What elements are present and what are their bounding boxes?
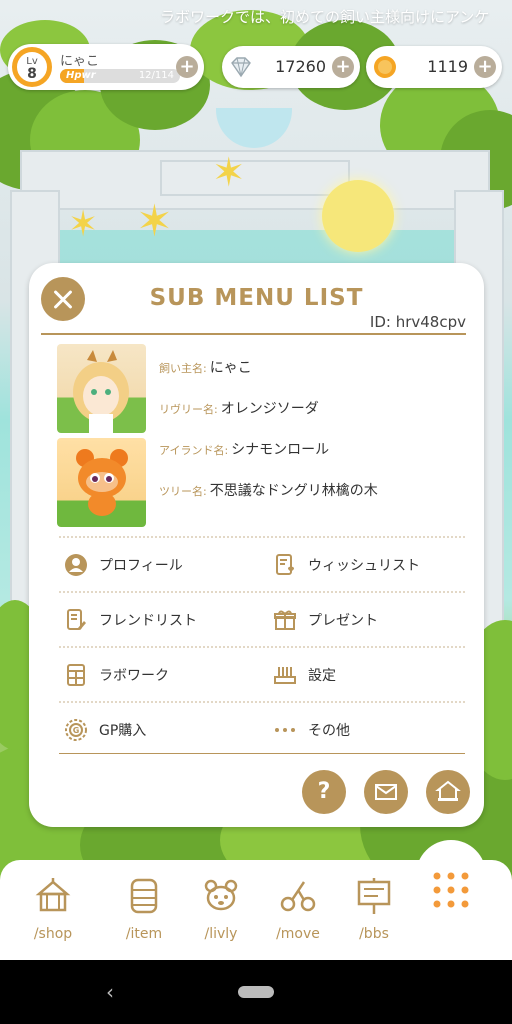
coin-plus-button[interactable]: + (474, 56, 496, 78)
diamond-counter: 17260 + (222, 46, 360, 88)
nav-shop[interactable]: /shop (13, 876, 93, 942)
menu-labwork-label: ラボワーク (99, 668, 169, 684)
island-name-row: アイランド名: シナモンロール (159, 439, 329, 459)
tree-name-value: 不思議なドングリ林檎の木 (209, 483, 378, 499)
menu-present-label: プレゼント (308, 613, 378, 629)
menu-wishlist[interactable]: ウィッシュリスト (272, 538, 472, 592)
friend-list-icon (63, 607, 89, 633)
menu-settings-label: 設定 (308, 668, 336, 684)
menu-profile[interactable]: プロフィール (63, 538, 263, 592)
move-scissors-icon (280, 881, 316, 912)
tree-name-row: ツリー名: 不思議なドングリ林檎の木 (159, 480, 378, 500)
menu-settings[interactable]: 設定 (272, 648, 472, 702)
menu-grid-icon (433, 872, 469, 908)
hp-plus-button[interactable]: + (176, 56, 198, 78)
title-divider (41, 333, 466, 335)
back-chevron-icon[interactable]: ‹ (106, 980, 114, 1004)
nav-livly[interactable]: /livly (181, 876, 261, 942)
coin-counter: 1119 + (366, 46, 502, 88)
nav-move-label: /move (276, 926, 320, 942)
player-name: にゃこ (60, 54, 100, 69)
nav-item-label: /item (125, 926, 163, 942)
mail-icon (375, 784, 397, 800)
user-id: ID: hrv48cpv (369, 313, 466, 331)
menu-labwork[interactable]: ラボワーク (63, 648, 263, 702)
owner-avatar (57, 344, 146, 433)
coin-count: 1119 (427, 57, 468, 76)
mail-button[interactable] (364, 770, 408, 814)
menu-friend-list-label: フレンドリスト (99, 613, 197, 629)
nav-livly-label: /livly (204, 926, 238, 942)
profile-icon (63, 552, 89, 578)
island-name-value: シナモンロール (231, 442, 330, 458)
livly-face-icon (204, 879, 238, 911)
svg-text:G: G (73, 726, 80, 735)
more-dots-icon (272, 717, 298, 743)
present-icon (272, 607, 298, 633)
nav-bbs[interactable]: /bbs (334, 876, 414, 942)
help-button[interactable]: ? (302, 770, 346, 814)
diamond-count: 17260 (275, 57, 326, 76)
item-chest-icon (130, 878, 158, 914)
livly-name-label: リヴリー名: (159, 403, 218, 416)
menu-wishlist-label: ウィッシュリスト (308, 558, 420, 574)
owner-name-value: にゃこ (209, 360, 252, 376)
shop-tent-icon (35, 878, 71, 912)
wishlist-icon (272, 552, 298, 578)
livly-portrait-icon (76, 449, 128, 516)
help-icon: ? (317, 779, 331, 804)
footer-divider (59, 753, 465, 754)
labwork-icon (63, 662, 89, 688)
player-status-pill[interactable]: Lv 8 にゃこ Hpwr 12/114 + (8, 44, 204, 90)
livly-avatar (57, 438, 146, 527)
nav-item[interactable]: /item (104, 876, 184, 942)
menu-profile-label: プロフィール (99, 558, 183, 574)
nav-bbs-label: /bbs (359, 926, 389, 942)
home-pill[interactable] (238, 986, 274, 998)
owner-name-label: 飼い主名: (159, 362, 207, 375)
owner-name-row: 飼い主名: にゃこ (159, 357, 252, 377)
level-badge: Lv 8 (12, 47, 52, 87)
menu-friend-list[interactable]: フレンドリスト (63, 593, 263, 647)
hp-label: Hpwr (66, 70, 96, 81)
gp-coin-icon: G (63, 717, 89, 743)
livly-name-row: リヴリー名: オレンジソーダ (159, 398, 319, 418)
menu-other[interactable]: その他 (272, 703, 472, 757)
house-icon (435, 780, 461, 801)
nav-move[interactable]: /move (258, 876, 338, 942)
bbs-board-icon (357, 878, 391, 914)
nav-shop-label: /shop (33, 926, 73, 942)
diamond-plus-button[interactable]: + (332, 56, 354, 78)
submenu-tab-button[interactable] (416, 840, 486, 920)
diamond-icon (231, 57, 251, 78)
tree-name-label: ツリー名: (159, 485, 207, 498)
home-button[interactable] (426, 770, 470, 814)
menu-other-label: その他 (308, 723, 350, 739)
island-name-label: アイランド名: (159, 444, 229, 457)
menu-gp-purchase-label: GP購入 (99, 723, 147, 739)
gold-coin-icon (374, 56, 396, 78)
sub-menu-modal: SUB MENU LIST ID: hrv48cpv 飼い主名: にゃこ リヴリー… (29, 263, 484, 827)
hp-value: 12/114 (138, 70, 174, 81)
announcement-ticker: ラボワークでは、初めての飼い主様向けにアンケ (160, 8, 490, 26)
modal-title: SUB MENU LIST (149, 285, 364, 311)
hp-bar: Hpwr 12/114 (60, 69, 180, 83)
menu-gp-purchase[interactable]: G GP購入 (63, 703, 263, 757)
settings-icon (272, 662, 298, 688)
level-value: 8 (27, 66, 37, 82)
livly-name-value: オレンジソーダ (220, 401, 319, 417)
owner-portrait-icon (73, 350, 129, 433)
menu-present[interactable]: プレゼント (272, 593, 472, 647)
